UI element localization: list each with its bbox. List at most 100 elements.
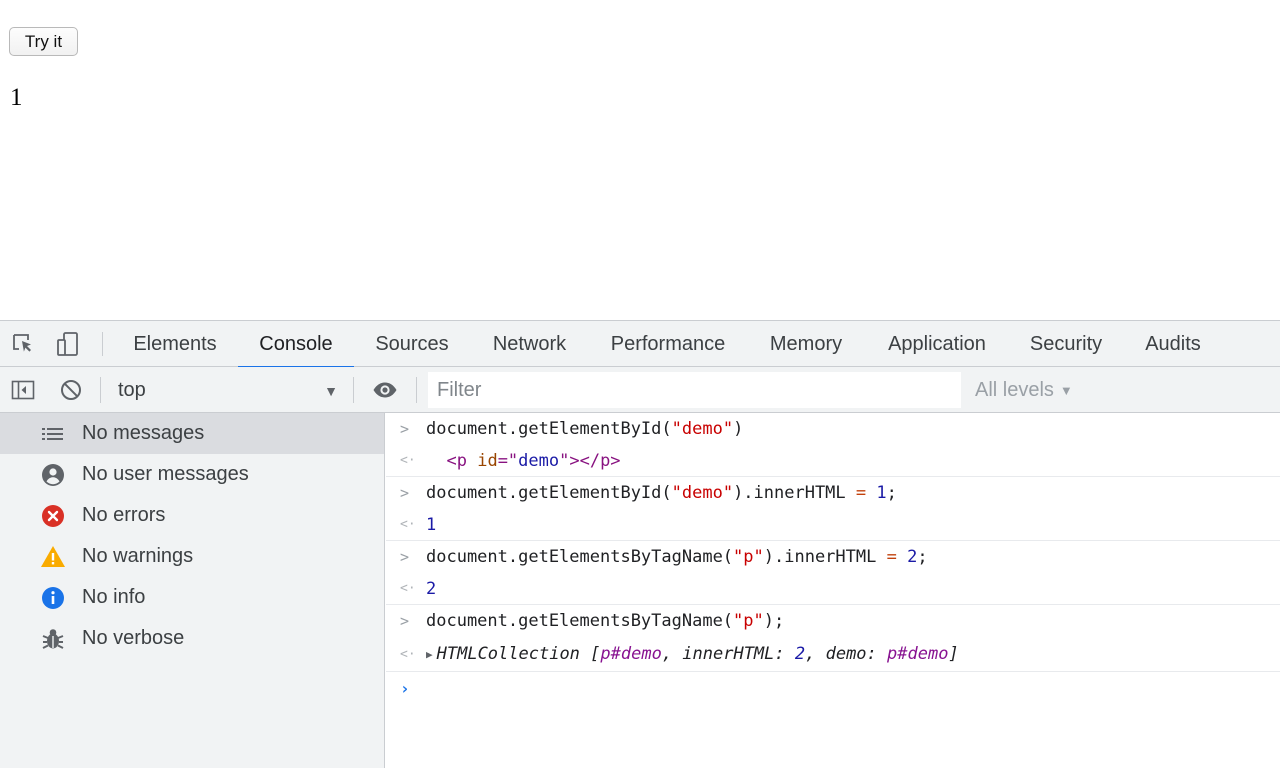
console-token: <p xyxy=(446,450,478,471)
console-token xyxy=(426,451,446,471)
console-token xyxy=(866,483,876,503)
console-token: ); xyxy=(763,611,785,631)
sidebar-item-label: No verbose xyxy=(82,627,185,649)
console-result-line: <· 2 xyxy=(386,573,1280,605)
dropdown-arrow-icon: ▼ xyxy=(324,383,338,399)
console-result-line[interactable]: <· ▶ HTMLCollection [p#demo, innerHTML: 2,… xyxy=(386,637,1280,672)
console-input-line: > document.getElementById("demo").innerHT… xyxy=(386,477,1280,509)
console-token: document.getElementById( xyxy=(426,419,672,439)
list-icon xyxy=(40,421,66,447)
filter-input[interactable] xyxy=(428,372,961,408)
console-token: HTMLCollection [ xyxy=(436,644,601,664)
console-token: = xyxy=(886,547,897,567)
tab-elements[interactable]: Elements xyxy=(117,321,233,367)
show-sidebar-icon[interactable] xyxy=(10,377,36,403)
sidebar-item-label: No user messages xyxy=(82,463,249,485)
console-token: p#demo xyxy=(887,644,949,664)
console-token: document.getElementsByTagName( xyxy=(426,611,734,631)
sidebar-item-warnings[interactable]: No warnings xyxy=(0,536,384,577)
tab-memory[interactable]: Memory xyxy=(755,321,857,367)
result-arrow-icon: <· xyxy=(400,517,416,532)
context-selector[interactable]: top ▼ xyxy=(110,373,344,407)
devtools-tabbar: Elements Console Sources Network Performance… xyxy=(0,321,1280,368)
expand-triangle-icon[interactable]: ▶ xyxy=(426,648,433,661)
console-token: p#demo xyxy=(600,644,662,664)
tab-network[interactable]: Network xyxy=(476,321,583,367)
tab-console[interactable]: Console xyxy=(238,321,354,368)
log-levels-label: All levels xyxy=(975,378,1054,401)
console-token: 1 xyxy=(426,514,437,535)
context-value: top xyxy=(118,378,146,401)
log-levels-dropdown[interactable]: All levels ▼ xyxy=(975,373,1073,407)
console-token: "demo" xyxy=(671,483,734,503)
sidebar-item-label: No warnings xyxy=(82,545,194,567)
console-token: 2 xyxy=(794,644,806,664)
bug-icon xyxy=(40,626,66,652)
sidebar-item-user-messages[interactable]: No user messages xyxy=(0,454,384,495)
input-chevron-icon: > xyxy=(400,548,410,566)
console-token: =" xyxy=(497,450,519,471)
sidebar-item-messages[interactable]: No messages xyxy=(0,413,384,454)
tab-sources[interactable]: Sources xyxy=(359,321,465,367)
tab-application[interactable]: Application xyxy=(870,321,1004,367)
try-it-button[interactable]: Try it xyxy=(9,27,78,56)
console-prompt[interactable]: › xyxy=(386,672,1280,704)
console-token: ; xyxy=(917,547,928,567)
sidebar-item-verbose[interactable]: No verbose xyxy=(0,618,384,659)
clear-console-icon[interactable] xyxy=(58,377,84,403)
console-token: "p" xyxy=(733,547,764,567)
result-arrow-icon: <· xyxy=(400,646,416,662)
live-expression-eye-icon[interactable] xyxy=(372,377,398,403)
console-token: 2 xyxy=(907,547,918,567)
result-arrow-icon: <· xyxy=(400,453,416,468)
console-input-line: > document.getElementsByTagName("p"); xyxy=(386,605,1280,637)
console-result-line: <· 1 xyxy=(386,509,1280,541)
tab-security[interactable]: Security xyxy=(1016,321,1116,367)
inspect-element-icon[interactable] xyxy=(11,331,37,357)
console-token: document.getElementsByTagName( xyxy=(426,547,734,567)
toolbar-divider xyxy=(100,377,101,403)
info-icon xyxy=(40,585,66,611)
console-token: ] xyxy=(948,644,959,664)
user-icon xyxy=(40,462,66,488)
console-token: "></p> xyxy=(559,450,621,471)
console-toolbar: top ▼ All levels ▼ xyxy=(0,367,1280,413)
console-token: ).innerHTML xyxy=(763,547,887,567)
console-token: ; xyxy=(886,483,897,503)
result-arrow-icon: <· xyxy=(400,581,416,596)
console-token: demo xyxy=(518,450,560,471)
demo-paragraph: 1 xyxy=(10,84,23,111)
tabbar-divider xyxy=(102,332,103,356)
sidebar-item-errors[interactable]: No errors xyxy=(0,495,384,536)
console-token: id xyxy=(477,450,498,471)
console-token: ) xyxy=(733,419,744,439)
sidebar-item-info[interactable]: No info xyxy=(0,577,384,618)
console-token xyxy=(897,547,907,567)
prompt-chevron-icon: › xyxy=(400,678,410,698)
device-toolbar-icon[interactable] xyxy=(55,331,81,357)
console-output: > document.getElementById("demo") <· <p id… xyxy=(386,413,1280,768)
error-icon xyxy=(40,503,66,529)
sidebar-item-label: No info xyxy=(82,586,146,608)
console-token: = xyxy=(855,483,867,503)
console-result-line: <· <p id =" demo "></p> xyxy=(386,445,1280,477)
input-chevron-icon: > xyxy=(400,612,410,630)
console-input-line: > document.getElementById("demo") xyxy=(386,413,1280,445)
page-viewport: Try it 1 xyxy=(0,0,1280,320)
tab-performance[interactable]: Performance xyxy=(594,321,742,367)
dropdown-arrow-icon: ▼ xyxy=(1059,382,1073,398)
sidebar-item-label: No messages xyxy=(82,422,205,444)
console-token: ).innerHTML xyxy=(733,483,856,503)
sidebar-item-label: No errors xyxy=(82,504,166,526)
input-chevron-icon: > xyxy=(400,484,410,502)
console-token: "p" xyxy=(733,611,764,631)
tab-audits[interactable]: Audits xyxy=(1130,321,1216,367)
toolbar-divider xyxy=(353,377,354,403)
devtools-panel: Elements Console Sources Network Performance… xyxy=(0,320,1280,768)
console-input-line: > document.getElementsByTagName("p").inne… xyxy=(386,541,1280,573)
console-token: "demo" xyxy=(671,419,734,439)
input-chevron-icon: > xyxy=(400,420,410,438)
console-token: , demo: xyxy=(805,644,888,664)
console-token: 1 xyxy=(876,483,887,503)
warning-icon xyxy=(40,544,66,570)
